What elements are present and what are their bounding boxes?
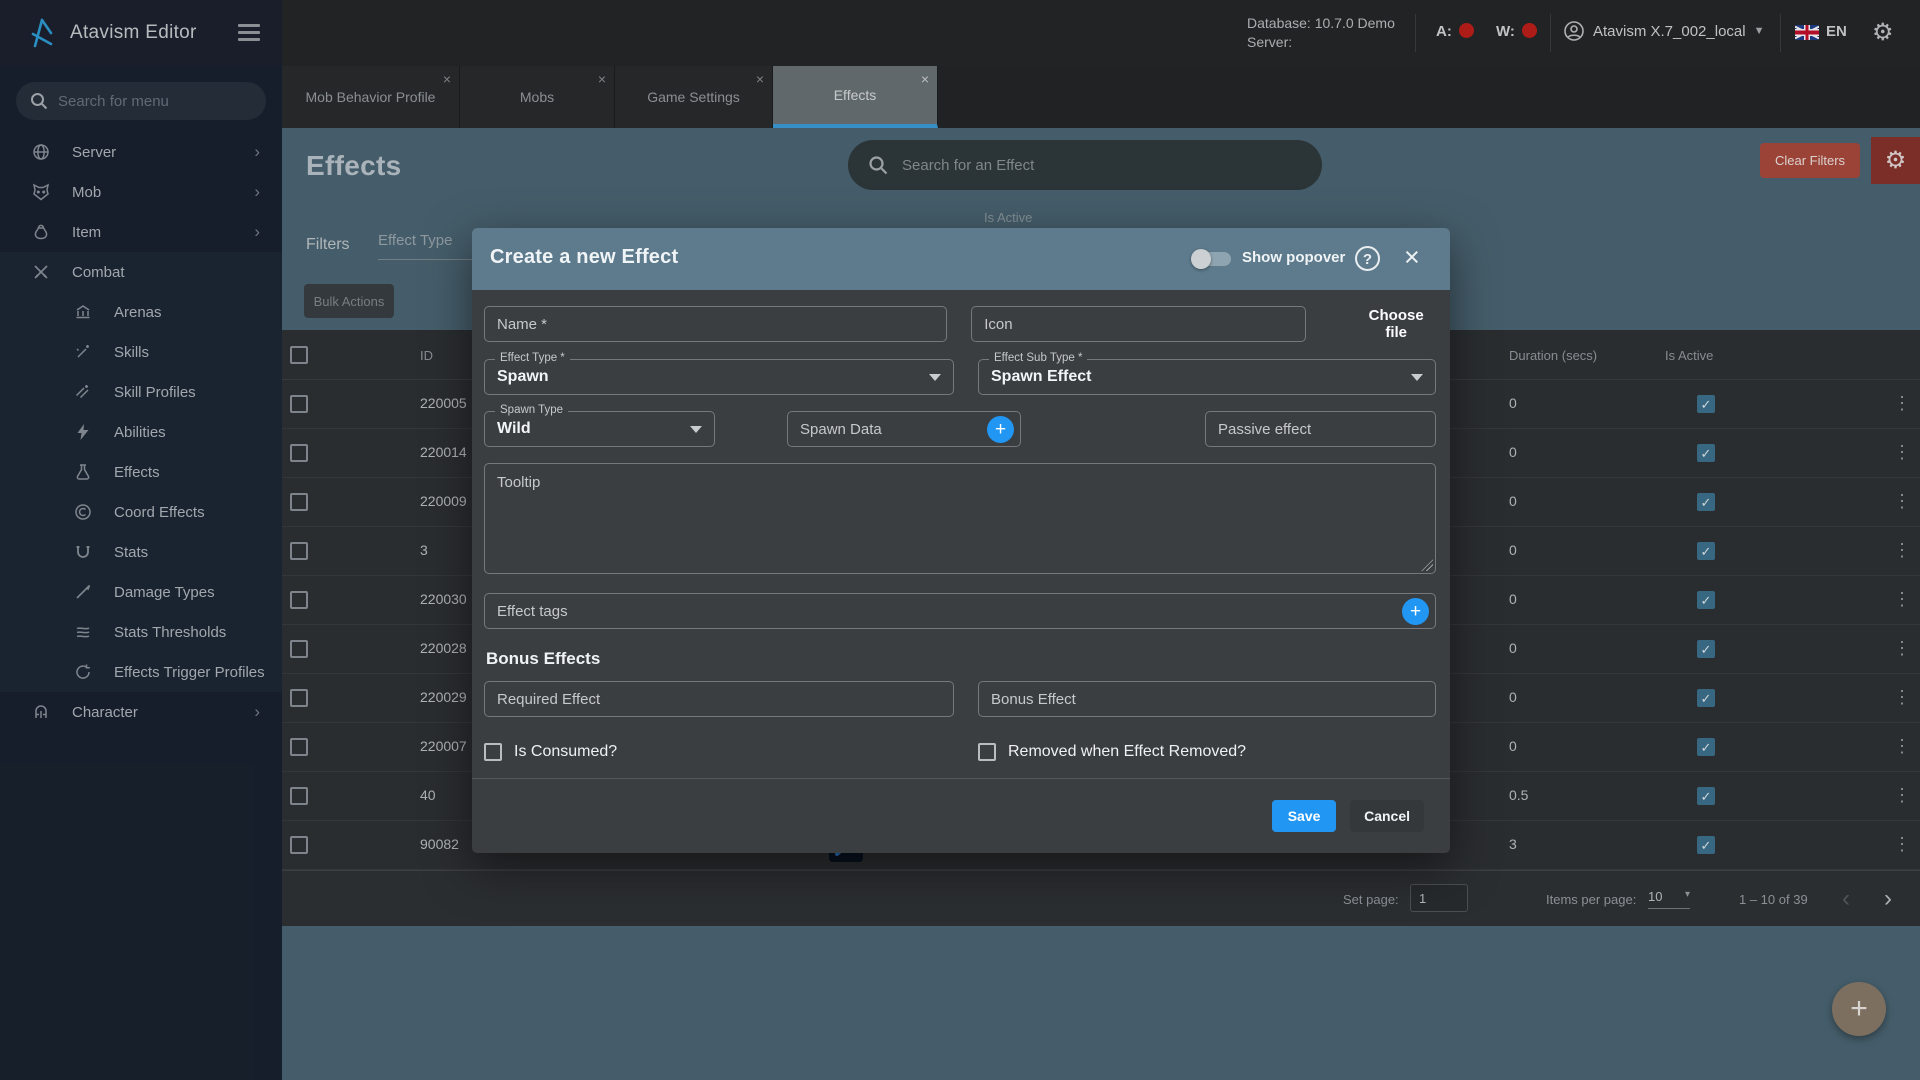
modal-header: Create a new Effect Show popover ? ×: [472, 228, 1450, 290]
modal-footer: Save Cancel: [472, 779, 1450, 853]
dropdown-arrow-icon: [929, 374, 941, 381]
spawn-data-field[interactable]: Spawn Data +: [787, 411, 1021, 447]
effect-sub-type-select[interactable]: Effect Sub Type * Spawn Effect: [978, 352, 1436, 395]
help-icon[interactable]: ?: [1355, 246, 1380, 271]
is-consumed-checkbox[interactable]: Is Consumed?: [484, 743, 978, 761]
required-effect-field[interactable]: Required Effect: [484, 681, 954, 717]
show-popover-toggle[interactable]: [1191, 249, 1231, 269]
dropdown-arrow-icon: [690, 426, 702, 433]
modal-title: Create a new Effect: [490, 246, 679, 268]
tooltip-textarea[interactable]: Tooltip: [484, 463, 1436, 574]
spawn-type-select[interactable]: Spawn Type Wild: [484, 404, 715, 447]
dropdown-arrow-icon: [1411, 374, 1423, 381]
show-popover-label: Show popover: [1242, 249, 1346, 266]
bonus-effects-heading: Bonus Effects: [486, 649, 601, 668]
add-spawn-data-button[interactable]: +: [987, 416, 1014, 443]
bonus-effect-field[interactable]: Bonus Effect: [978, 681, 1436, 717]
create-effect-modal: Create a new Effect Show popover ? × Nam…: [472, 228, 1450, 853]
effect-tags-field[interactable]: Effect tags +: [484, 593, 1436, 629]
atavism-editor-screen: Atavism Editor Database: 10.7.0 Demo Ser…: [0, 0, 1920, 1080]
choose-file-button[interactable]: Choose file: [1356, 307, 1436, 341]
passive-effect-field[interactable]: Passive effect: [1205, 411, 1436, 447]
resize-grip[interactable]: [1421, 559, 1433, 571]
icon-field[interactable]: Icon: [971, 306, 1307, 342]
effect-type-select[interactable]: Effect Type * Spawn: [484, 352, 954, 395]
close-icon[interactable]: ×: [1404, 242, 1420, 273]
removed-when-effect-removed-checkbox[interactable]: Removed when Effect Removed?: [978, 743, 1246, 761]
modal-body: Name * Icon Choose file Effect Type * Sp…: [472, 290, 1450, 761]
add-effect-tag-button[interactable]: +: [1402, 598, 1429, 625]
cancel-button[interactable]: Cancel: [1350, 800, 1424, 832]
save-button[interactable]: Save: [1272, 800, 1337, 832]
name-field[interactable]: Name *: [484, 306, 948, 342]
